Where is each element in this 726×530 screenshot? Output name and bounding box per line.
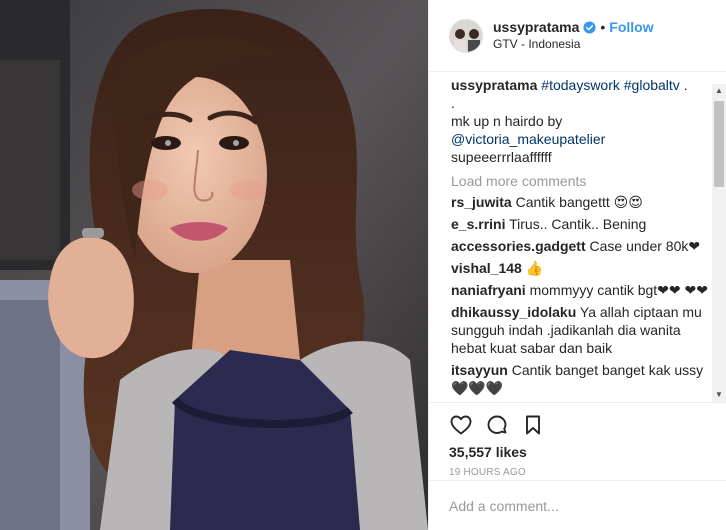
location-link[interactable]: GTV - Indonesia	[493, 36, 654, 53]
follow-button[interactable]: Follow	[609, 19, 653, 36]
comment-text: Cantik bangettt 😍😍	[515, 194, 643, 210]
heart-icon[interactable]	[449, 413, 473, 437]
avatar[interactable]	[449, 18, 483, 53]
caption-dot-line: .	[451, 95, 455, 111]
caption-line: supeeerrrlaaffffff	[451, 149, 552, 165]
comment-username[interactable]: rs_juwita	[451, 194, 512, 210]
comments-scrollbar[interactable]: ▲ ▼	[712, 84, 726, 402]
comment-text: Case under 80k❤	[589, 238, 701, 254]
comment-input[interactable]	[449, 497, 706, 514]
bookmark-icon[interactable]	[521, 413, 545, 437]
comment-text: 👍	[525, 260, 544, 276]
post-actions: 35,557 likes 19 HOURS AGO	[429, 402, 726, 478]
post-header: ussypratama • Follow GTV - Indonesia	[429, 0, 726, 72]
comment-item: naniafryani mommyyy cantik bgt❤❤ ❤❤	[451, 281, 714, 299]
caption-username[interactable]: ussypratama	[451, 77, 537, 93]
load-more-comments-button[interactable]: Load more comments	[451, 172, 714, 190]
scroll-up-arrow-icon[interactable]: ▲	[712, 84, 726, 98]
verified-badge-icon	[583, 20, 596, 34]
comment-item: accessories.gadgett Case under 80k❤	[451, 237, 714, 255]
comment-username[interactable]: naniafryani	[451, 282, 526, 298]
caption-mention[interactable]: @victoria_makeupatelier	[451, 130, 714, 148]
header-username[interactable]: ussypratama	[493, 19, 579, 36]
portrait-image	[0, 0, 428, 530]
post-photo[interactable]	[0, 0, 428, 530]
comment-text: Tirus.. Cantik.. Bening	[509, 216, 647, 232]
likes-count[interactable]: 35,557 likes	[449, 443, 710, 461]
comments-list: ussypratama #todayswork #globaltv . . mk…	[429, 72, 714, 402]
add-comment-bar	[429, 480, 726, 530]
scrollbar-thumb[interactable]	[714, 101, 724, 187]
comment-username[interactable]: vishal_148	[451, 260, 522, 276]
comment-username[interactable]: e_s.rrini	[451, 216, 505, 232]
comment-item: itsayyun Cantik banget banget kak ussy 🖤…	[451, 361, 714, 397]
comment-item: dhikaussy_idolaku Ya allah ciptaan mu su…	[451, 303, 714, 357]
comment-username[interactable]: dhikaussy_idolaku	[451, 304, 576, 320]
comment-item: vishal_148 👍	[451, 259, 714, 277]
scroll-down-arrow-icon[interactable]: ▼	[712, 388, 726, 402]
comment-username[interactable]: itsayyun	[451, 362, 508, 378]
comment-item: rs_juwita Cantik bangettt 😍😍	[451, 193, 714, 211]
comment-icon[interactable]	[485, 413, 509, 437]
caption-line: mk up n hairdo by	[451, 113, 563, 129]
comment-username[interactable]: accessories.gadgett	[451, 238, 586, 254]
caption-hashtags[interactable]: #todayswork #globaltv	[541, 77, 680, 93]
comment-item: e_s.rrini Tirus.. Cantik.. Bening	[451, 215, 714, 233]
caption-dot: .	[683, 77, 688, 93]
separator-dot: •	[600, 18, 606, 35]
comment-text: mommyyy cantik bgt❤❤ ❤❤	[529, 282, 708, 298]
caption: ussypratama #todayswork #globaltv . . mk…	[451, 76, 714, 166]
post-timestamp[interactable]: 19 HOURS AGO	[449, 467, 710, 478]
post-details-panel: ussypratama • Follow GTV - Indonesia uss…	[428, 0, 726, 530]
